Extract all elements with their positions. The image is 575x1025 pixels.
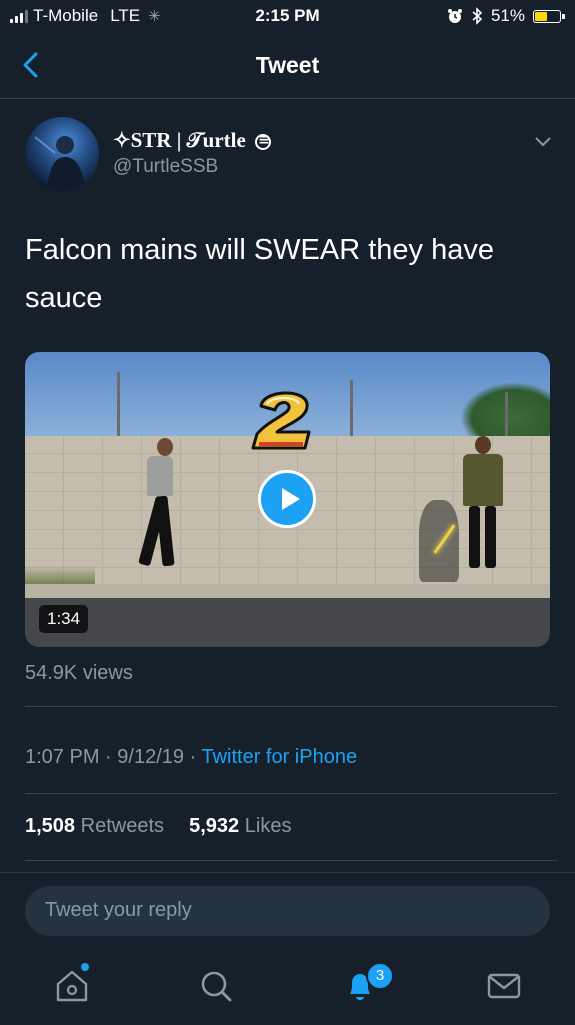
tweet-meta: 1:07 PM · 9/12/19 · Twitter for iPhone xyxy=(25,746,357,769)
video-pole xyxy=(117,372,120,438)
status-right: 51% xyxy=(447,6,565,26)
play-button[interactable] xyxy=(258,470,316,528)
home-icon[interactable] xyxy=(52,966,92,1006)
video-road xyxy=(25,598,550,647)
retweets-label: Retweets xyxy=(80,815,164,837)
meta-separator: · xyxy=(105,746,112,768)
tweet-date: 9/12/19 xyxy=(117,746,185,768)
tweet-text: Falcon mains will SWEAR they have sauce xyxy=(25,234,494,314)
likes-stat[interactable]: 5,932 Likes xyxy=(189,815,291,837)
display-name-text: ✧STR | 𝒯urtle xyxy=(113,128,246,152)
battery-icon xyxy=(533,9,565,23)
bluetooth-icon xyxy=(472,7,483,25)
alarm-icon xyxy=(447,9,462,23)
notification-badge: 3 xyxy=(366,962,394,990)
home-unread-dot xyxy=(81,963,89,971)
avatar[interactable] xyxy=(25,117,99,191)
navigation-bar: Tweet xyxy=(0,34,575,99)
page-title: Tweet xyxy=(255,52,320,78)
video-person-right xyxy=(455,436,515,586)
video-player[interactable]: 1:34 xyxy=(25,352,550,647)
video-pole xyxy=(505,392,508,440)
view-count: 54.9K views xyxy=(25,662,133,684)
tweet-stats: 1,508 Retweets 5,932 Likes xyxy=(25,815,291,838)
chevron-down-icon[interactable] xyxy=(533,134,553,148)
reply-input[interactable]: Tweet your reply xyxy=(25,886,550,936)
battery-percent: 51% xyxy=(490,6,525,25)
round-number-graphic xyxy=(251,391,311,450)
video-person-left xyxy=(119,438,179,588)
badge-icon xyxy=(255,132,272,151)
status-bar: T-Mobile LTE ✳ 2:15 PM 51% xyxy=(0,0,575,34)
messages-icon[interactable] xyxy=(484,966,524,1006)
user-handle[interactable]: @TurtleSSB xyxy=(113,156,218,178)
divider xyxy=(25,706,557,707)
tweet-source-link[interactable]: Twitter for iPhone xyxy=(201,746,357,768)
display-name[interactable]: ✧STR | 𝒯urtle xyxy=(113,128,272,153)
tweet-time: 1:07 PM xyxy=(25,746,100,768)
retweets-count: 1,508 xyxy=(25,815,76,837)
divider xyxy=(25,793,557,794)
search-icon[interactable] xyxy=(196,966,236,1006)
video-grass xyxy=(25,566,95,586)
video-shadow xyxy=(419,500,459,582)
video-sidewalk xyxy=(25,584,550,598)
likes-count: 5,932 xyxy=(189,815,240,837)
video-pole xyxy=(350,380,353,438)
meta-separator: · xyxy=(189,746,197,768)
likes-label: Likes xyxy=(244,815,292,837)
video-duration: 1:34 xyxy=(39,605,89,633)
divider xyxy=(25,860,557,861)
retweets-stat[interactable]: 1,508 Retweets xyxy=(25,815,170,837)
